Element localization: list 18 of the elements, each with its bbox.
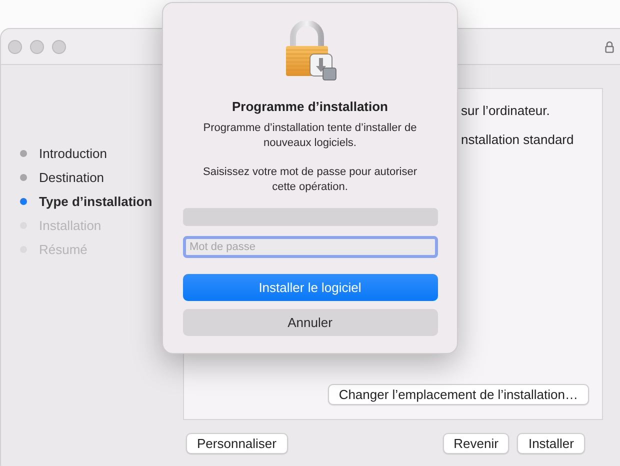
zoom-button[interactable] [52,40,66,54]
cancel-button[interactable]: Annuler [182,309,438,336]
password-field[interactable]: Mot de passe [182,236,438,258]
minimize-button[interactable] [30,40,44,54]
content-text: sur l’ordinateur. [461,103,551,118]
step-label: Type d’installation [39,194,152,208]
install-software-button[interactable]: Installer le logiciel [182,274,438,301]
content-text: nstallation standard [461,132,575,147]
customize-button[interactable]: Personnaliser [186,433,288,454]
dialog-title: Programme d’installation [232,99,388,114]
change-location-button[interactable]: Changer l’emplacement de l’installation… [328,384,589,405]
step-label: Introduction [39,146,107,160]
dialog-prompt: Saisissez votre mot de passe pour autoriser cette opération. [202,165,418,195]
footer-button[interactable]: Installer [517,433,585,454]
close-button[interactable] [8,40,22,54]
dialog-message: Programme d’installation tente d’installer de nouveaux logiciels. [202,121,418,151]
step-label: Destination [39,170,104,184]
footer-button[interactable]: Revenir [442,433,510,454]
